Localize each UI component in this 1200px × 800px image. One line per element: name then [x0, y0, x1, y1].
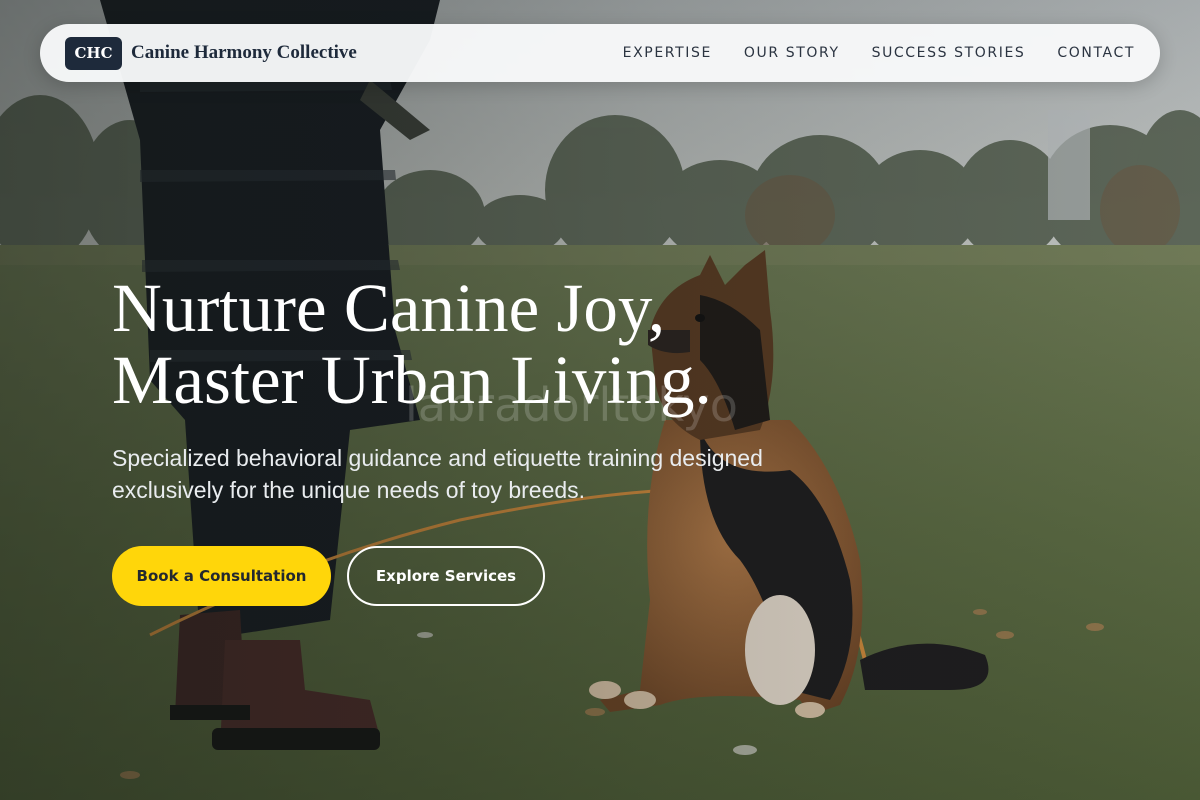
brand-name: Canine Harmony Collective — [131, 42, 357, 63]
hero-subtitle: Specialized behavioral guidance and etiq… — [112, 445, 763, 503]
brand-badge: CHC — [65, 36, 122, 70]
hero-headline-line-2: Master Urban Living. — [112, 342, 712, 418]
nav-link-expertise[interactable]: EXPERTISE — [623, 45, 712, 61]
book-consultation-button[interactable]: Book a Consultation — [112, 546, 331, 606]
nav-link-our-story[interactable]: OUR STORY — [744, 45, 840, 61]
nav-link-contact[interactable]: CONTACT — [1057, 45, 1135, 61]
top-navbar: CHC Canine Harmony Collective EXPERTISE … — [40, 24, 1160, 82]
explore-services-button[interactable]: Explore Services — [347, 546, 545, 606]
hero-headline-line-1: Nurture Canine Joy, — [112, 270, 666, 346]
hero-headline: Nurture Canine Joy, Master Urban Living. — [112, 272, 872, 416]
nav-links: EXPERTISE OUR STORY SUCCESS STORIES CONT… — [623, 45, 1135, 61]
brand-logo-link[interactable]: CHC Canine Harmony Collective — [65, 36, 357, 70]
nav-link-success-stories[interactable]: SUCCESS STORIES — [872, 45, 1026, 61]
